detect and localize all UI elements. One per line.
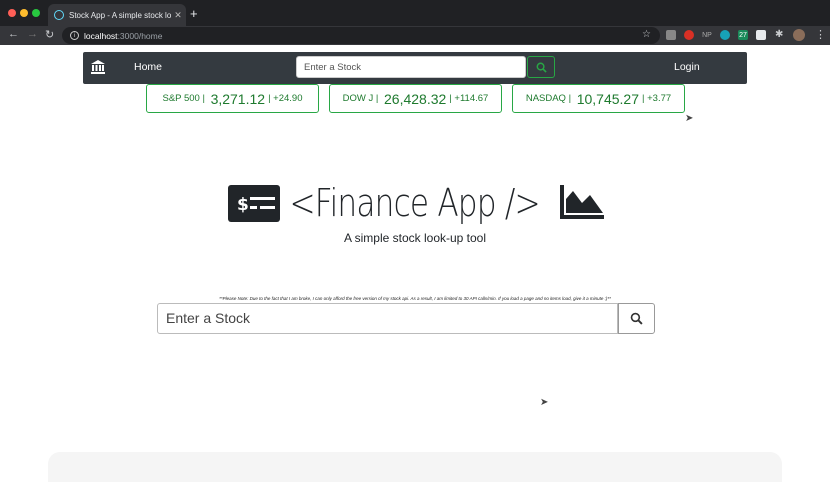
minimize-window-button[interactable] <box>20 9 28 17</box>
ticker-value: 10,745.27 <box>576 90 639 107</box>
more-menu-icon[interactable]: ⋮ <box>815 28 826 41</box>
tab-close-icon[interactable]: ✕ <box>171 10 182 21</box>
navbar-search-button[interactable] <box>527 56 555 78</box>
mouse-cursor-icon: ➤ <box>540 397 549 408</box>
mouse-cursor-icon: ➤ <box>685 113 694 124</box>
ticker-name: DOW J <box>342 93 374 104</box>
extension-27-icon[interactable]: 27 <box>738 30 748 40</box>
page-content: Home Enter a Stock Login S&P 500 | 3,271… <box>0 45 830 482</box>
tab-title: Stock App - A simple stock lo <box>69 10 172 20</box>
url-path: :3000/home <box>117 30 163 41</box>
ticker-change: +24.90 <box>273 93 303 104</box>
nav-home-link[interactable]: Home <box>134 61 162 73</box>
navbar: Home Enter a Stock Login <box>83 52 747 84</box>
new-tab-button[interactable]: + <box>190 6 198 21</box>
main-search-input[interactable]: Enter a Stock <box>157 303 618 334</box>
ticker-name: NASDAQ <box>525 93 566 104</box>
ticker-nasdaq[interactable]: NASDAQ | 10,745.27 | +3.77 <box>512 84 685 113</box>
ticker-separator: | <box>565 93 574 104</box>
page-title: <Finance App /> <box>289 181 541 225</box>
ticker-name: S&P 500 <box>162 93 200 104</box>
ticker-value: 3,271.12 <box>210 90 266 107</box>
main-search-button[interactable] <box>618 303 655 334</box>
nav-login-link[interactable]: Login <box>674 61 700 73</box>
reload-icon[interactable]: ↻ <box>45 28 54 41</box>
address-bar[interactable]: i localhost:3000/home <box>62 27 660 44</box>
extension-gray-icon[interactable] <box>666 30 676 40</box>
avatar[interactable] <box>793 29 805 41</box>
search-icon <box>536 62 547 73</box>
api-limit-note: **Please Note: Due to the fact that I am… <box>219 296 611 301</box>
info-icon[interactable]: i <box>70 31 79 40</box>
hero-title-wrap: <Finance App /> <box>0 181 830 225</box>
extension-teal-icon[interactable] <box>720 30 730 40</box>
browser-toolbar: ← → ↻ i localhost:3000/home ☆ NP 27 ✱ ⋮ <box>0 26 830 45</box>
ticker-value: 26,428.32 <box>384 90 447 107</box>
bookmark-star-icon[interactable]: ☆ <box>642 29 651 40</box>
browser-tab[interactable]: Stock App - A simple stock lo ✕ <box>48 4 186 26</box>
bank-icon[interactable] <box>91 60 105 74</box>
extension-red-icon[interactable] <box>684 30 694 40</box>
search-icon <box>630 312 643 325</box>
extension-flag-icon[interactable] <box>756 30 766 40</box>
forward-icon[interactable]: → <box>27 28 38 40</box>
back-icon[interactable]: ← <box>8 28 19 40</box>
navbar-search-input[interactable]: Enter a Stock <box>296 56 526 78</box>
maximize-window-button[interactable] <box>32 9 40 17</box>
ticker-change: +114.67 <box>454 93 489 104</box>
area-chart-icon <box>560 185 604 219</box>
browser-tab-strip: Stock App - A simple stock lo ✕ + <box>0 0 830 26</box>
ticker-dow[interactable]: DOW J | 26,428.32 | +114.67 <box>329 84 502 113</box>
footer-card <box>48 452 782 482</box>
puzzle-icon[interactable]: ✱ <box>775 29 783 40</box>
close-window-button[interactable] <box>8 9 16 17</box>
ticker-separator: | <box>373 93 382 104</box>
extension-np-icon[interactable]: NP <box>700 30 714 40</box>
ticker-change: +3.77 <box>647 93 672 104</box>
page-subtitle: A simple stock look-up tool <box>343 231 487 245</box>
ticker-sp500[interactable]: S&P 500 | 3,271.12 | +24.90 <box>146 84 319 113</box>
url-host: localhost <box>84 30 118 41</box>
react-icon <box>54 10 64 20</box>
ticker-separator: | <box>199 93 208 104</box>
